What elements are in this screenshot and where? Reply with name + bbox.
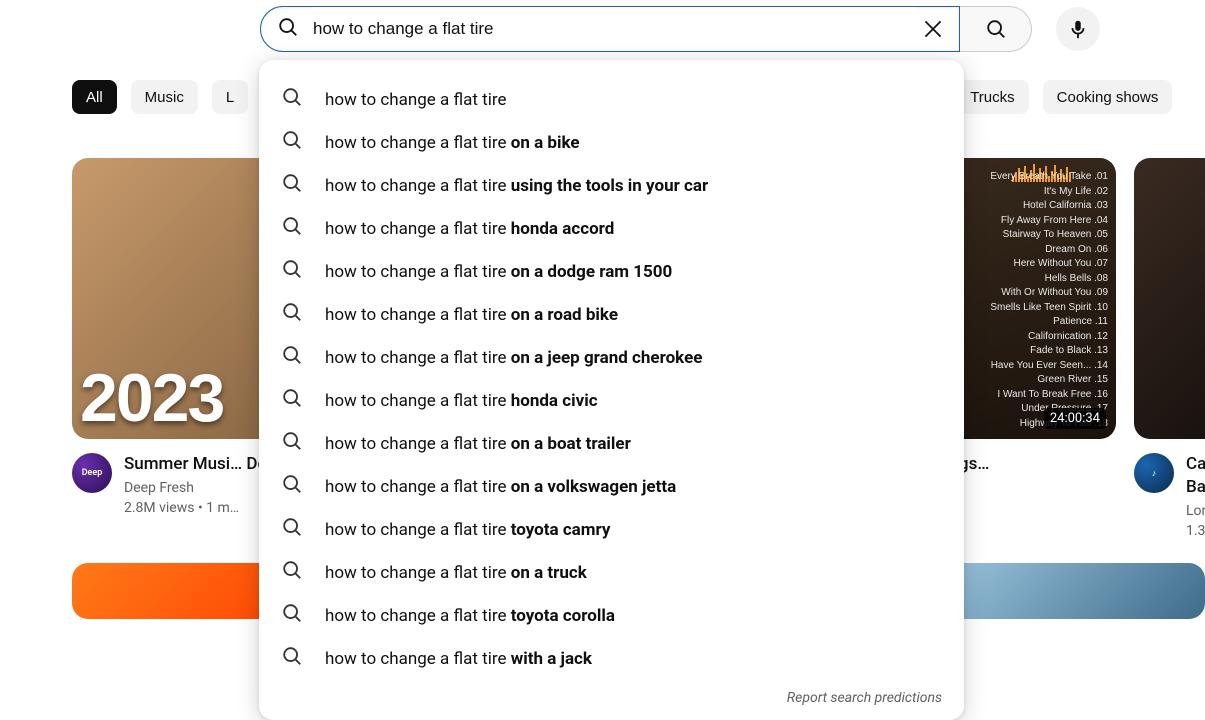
duration-badge: 24:00:34 [1044,408,1106,429]
chip-trucks[interactable]: Trucks [956,80,1028,114]
suggestion-text: how to change a flat tire on a volkswage… [325,477,676,497]
report-predictions-link[interactable]: Report search predictions [259,680,964,706]
search-icon [277,16,299,42]
suggestion-row[interactable]: how to change a flat tire on a volkswage… [259,465,964,508]
search-icon [281,473,303,500]
video-stats: 1.3M [1186,523,1205,539]
chip-all[interactable]: All [72,80,117,114]
suggestion-text: how to change a flat tire toyota corolla [325,606,615,626]
chip-cooking-shows[interactable]: Cooking shows [1043,80,1173,114]
chip-partial[interactable]: L [212,80,248,114]
suggestion-text: how to change a flat tire using the tool… [325,176,708,196]
suggestion-row[interactable]: how to change a flat tire on a boat trai… [259,422,964,465]
search-icon [281,559,303,586]
video-title[interactable]: Cafe Bac… [1186,453,1205,499]
suggestion-text: how to change a flat tire on a boat trai… [325,434,631,454]
channel-avatar[interactable]: Deep [72,453,112,493]
search-icon [281,301,303,328]
search-icon [281,602,303,629]
search-icon [281,258,303,285]
suggestion-text: how to change a flat tire honda accord [325,219,614,239]
search-icon [281,344,303,371]
suggestion-text: how to change a flat tire with a jack [325,649,592,669]
search-icon [281,129,303,156]
suggestion-row[interactable]: how to change a flat tire honda civic [259,379,964,422]
suggestion-text: how to change a flat tire on a truck [325,563,587,583]
search-button[interactable] [960,6,1032,52]
thumbnail-year-overlay: 2023 [80,359,223,437]
clear-search-button[interactable] [917,13,949,45]
search-field-container [260,6,960,52]
suggestion-text: how to change a flat tire on a dodge ram… [325,262,672,282]
search-icon [281,172,303,199]
tracklist-overlay: Every Breath You Take .01It's My Life .0… [990,170,1108,431]
suggestion-text: how to change a flat tire honda civic [325,391,598,411]
video-thumbnail[interactable] [935,563,1205,619]
suggestion-row[interactable]: how to change a flat tire honda accord [259,207,964,250]
search-input[interactable] [313,7,917,51]
suggestion-row[interactable]: how to change a flat tire on a dodge ram… [259,250,964,293]
suggestion-row[interactable]: how to change a flat tire toyota camry [259,508,964,551]
voice-search-button[interactable] [1056,7,1100,51]
suggestion-text: how to change a flat tire on a jeep gran… [325,348,702,368]
chip-music[interactable]: Music [131,80,198,114]
suggestion-text: how to change a flat tire on a road bike [325,305,618,325]
video-card[interactable]: ♪ Cafe Bac… Lone… 1.3M [1134,158,1205,539]
suggestion-row[interactable]: how to change a flat tire on a road bike [259,293,964,336]
search-icon [281,516,303,543]
search-icon [281,215,303,242]
search-icon [281,645,303,672]
suggestion-row[interactable]: how to change a flat tire on a truck [259,551,964,594]
suggestion-row[interactable]: how to change a flat tire on a bike [259,121,964,164]
suggestion-text: how to change a flat tire [325,90,507,110]
suggestion-row[interactable]: how to change a flat tire [259,78,964,121]
search-suggestions-dropdown: how to change a flat tire how to change a… [259,60,964,720]
channel-avatar[interactable]: ♪ [1134,453,1174,493]
suggestion-text: how to change a flat tire on a bike [325,133,580,153]
suggestion-row[interactable]: how to change a flat tire toyota corolla [259,594,964,637]
search-icon [281,387,303,414]
search-icon [281,86,303,113]
channel-name[interactable]: Lone… [1186,503,1205,519]
suggestion-row[interactable]: how to change a flat tire on a jeep gran… [259,336,964,379]
search-icon [281,430,303,457]
suggestion-text: how to change a flat tire toyota camry [325,520,610,540]
suggestion-row[interactable]: how to change a flat tire using the tool… [259,164,964,207]
video-thumbnail[interactable] [1134,158,1205,439]
suggestion-row[interactable]: how to change a flat tire with a jack [259,637,964,680]
